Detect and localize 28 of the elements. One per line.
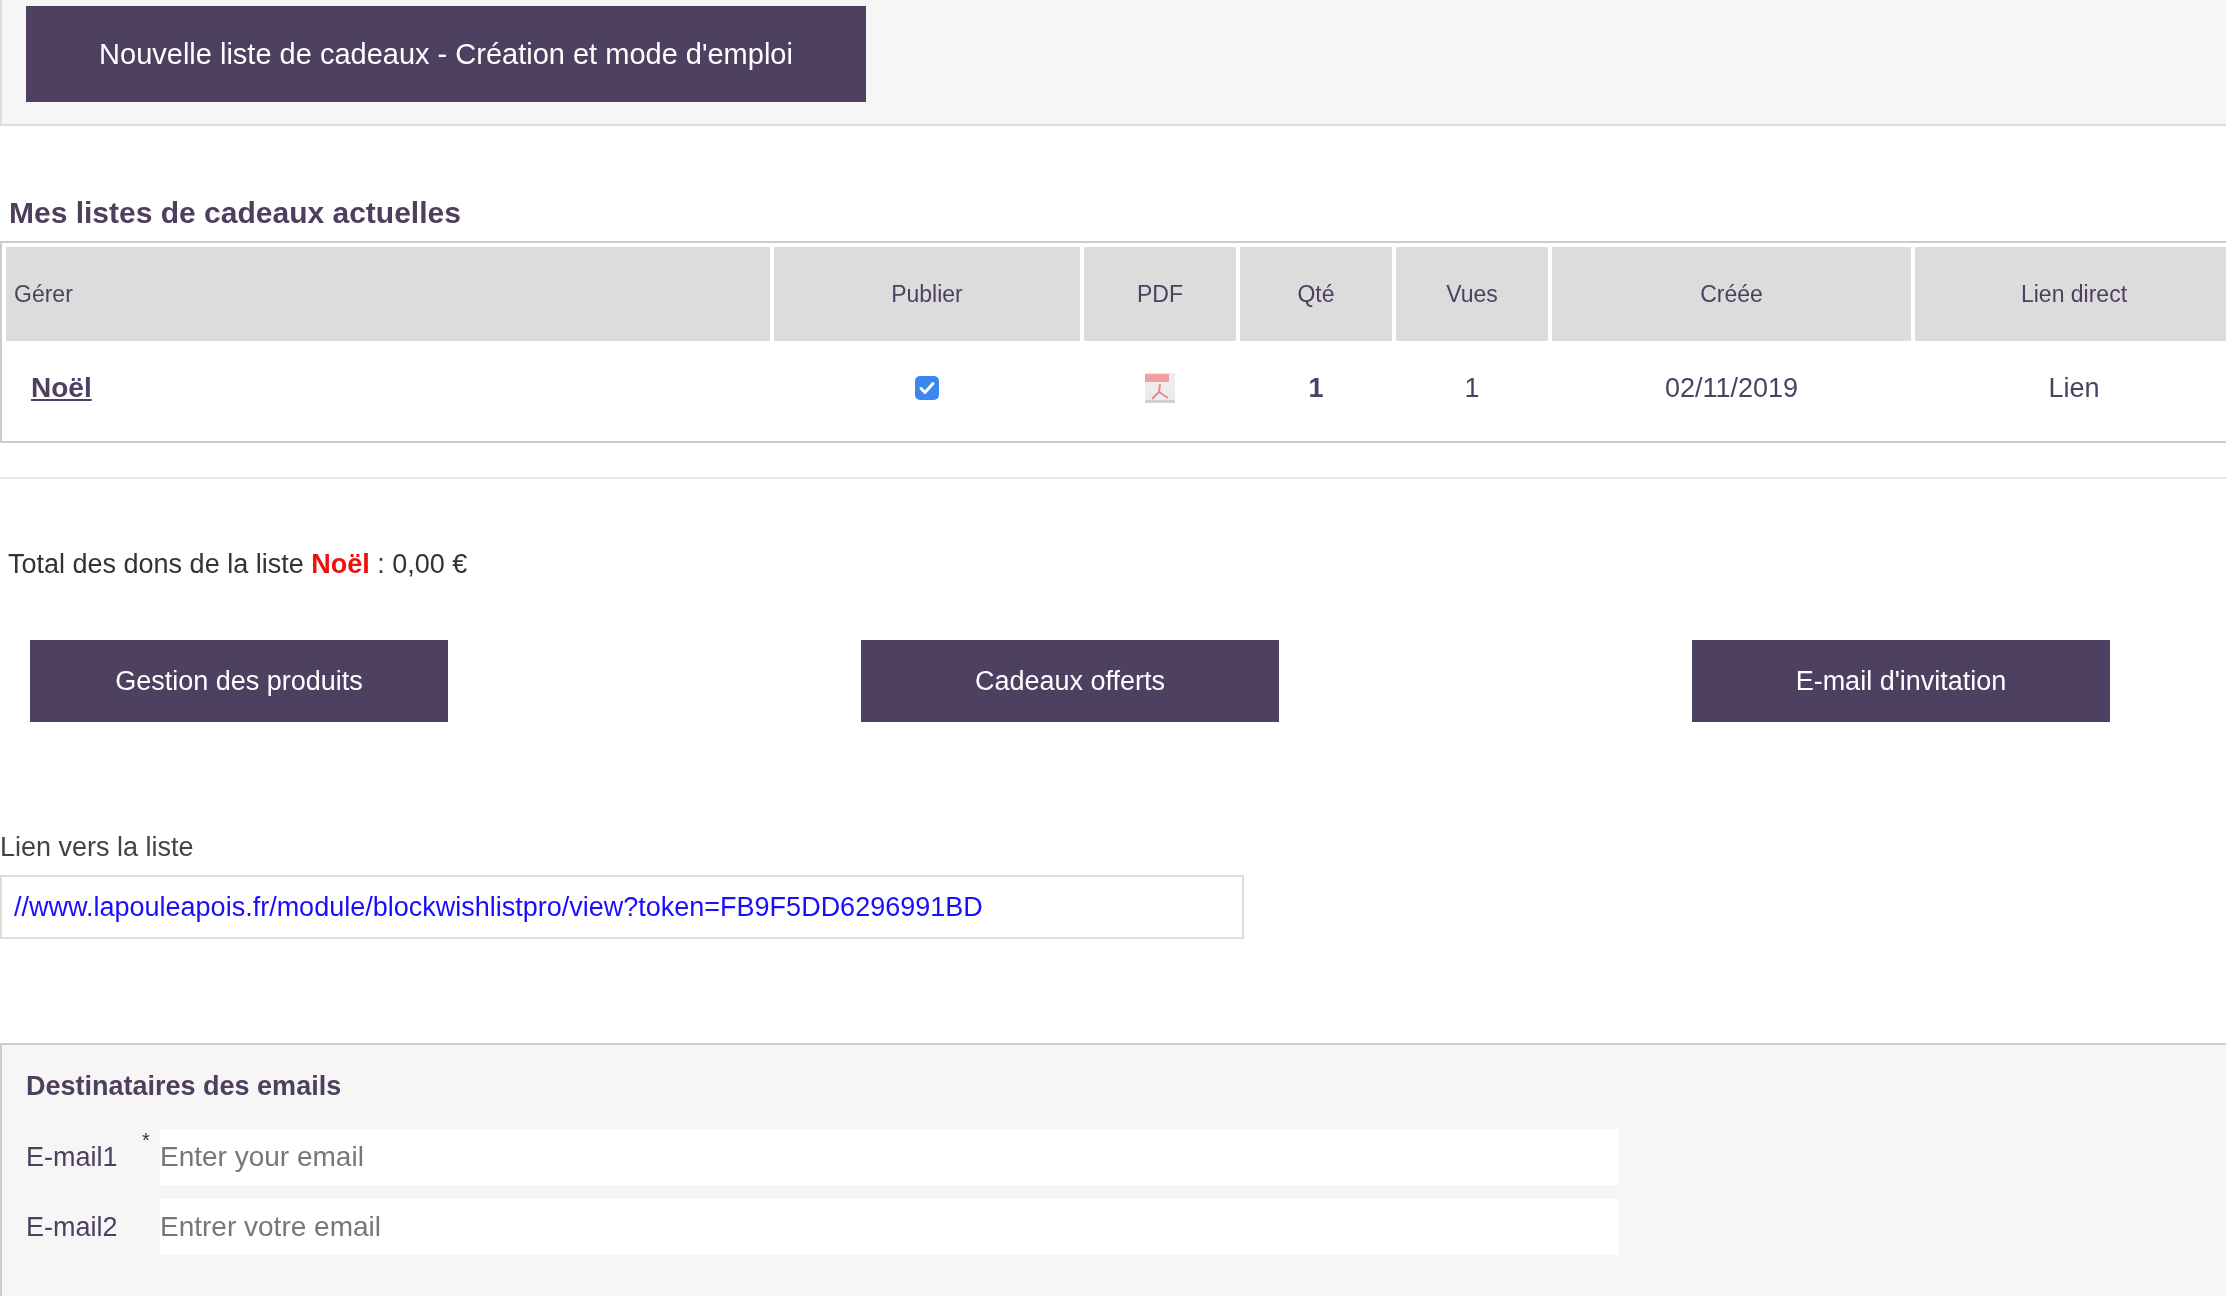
date-cell-text: 02/11/2019 bbox=[1663, 371, 1800, 405]
action-button[interactable]: E-mail d'invitation bbox=[1692, 640, 2110, 722]
section-title: Mes listes de cadeaux actuelles bbox=[9, 196, 462, 231]
email-field[interactable]: Enter your email bbox=[160, 1129, 1618, 1185]
email-field[interactable]: Entrer votre email bbox=[160, 1199, 1618, 1255]
column-header: Publier bbox=[774, 247, 1080, 341]
email-label: E-mail2 bbox=[26, 1211, 119, 1243]
column-header: Créée bbox=[1552, 247, 1911, 341]
views-cell-text: 1 bbox=[1463, 371, 1481, 405]
action-button[interactable]: Gestion des produits bbox=[30, 640, 448, 722]
direct-link[interactable]: Lien bbox=[2048, 372, 2100, 404]
pdf-icon[interactable] bbox=[1144, 372, 1176, 404]
link-field[interactable]: //www.lapouleapois.fr/module/blockwishlistpro/view?token=FB9F5DD6296991BD bbox=[0, 875, 1244, 939]
new-list-button[interactable]: Nouvelle liste de cadeaux - Création et mode d'emploi bbox=[26, 6, 866, 102]
required-mark: * bbox=[142, 1129, 150, 1151]
column-header: Lien direct bbox=[1915, 247, 2226, 341]
link-label: Lien vers la liste bbox=[0, 832, 195, 863]
action-button[interactable]: Cadeaux offerts bbox=[861, 640, 1279, 722]
publish-checkbox[interactable] bbox=[915, 376, 939, 400]
column-header: Gérer bbox=[6, 247, 770, 341]
list-name-link[interactable]: Noël bbox=[31, 372, 92, 404]
recipients-title: Destinataires des emails bbox=[26, 1071, 343, 1103]
quantity-cell-text: 1 bbox=[1307, 371, 1325, 405]
email-label: E-mail1 bbox=[26, 1141, 119, 1173]
column-header: Qté bbox=[1240, 247, 1392, 341]
total-text: Total des dons de la liste Noël : 0,00 € bbox=[8, 549, 469, 580]
column-header: PDF bbox=[1084, 247, 1236, 341]
column-header: Vues bbox=[1396, 247, 1548, 341]
